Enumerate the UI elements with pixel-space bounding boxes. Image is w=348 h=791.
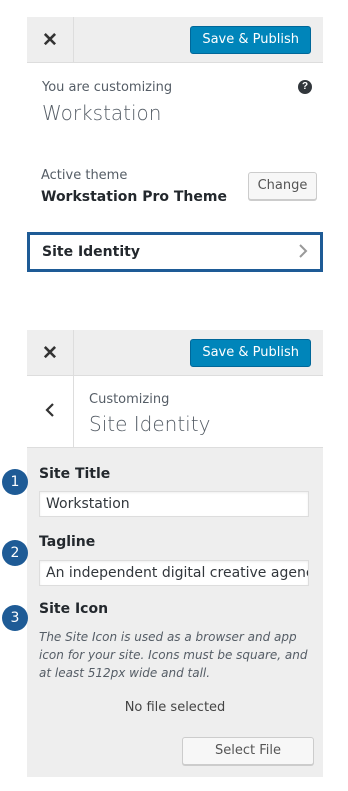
customizer-panel-site-identity: ✕ Save & Publish Customizing Site Identi… <box>27 330 323 777</box>
site-name: Workstation <box>42 101 162 125</box>
close-icon: ✕ <box>42 342 58 364</box>
close-button[interactable]: ✕ <box>27 17 74 63</box>
customizer-header: ✕ Save & Publish <box>27 330 323 376</box>
step-badge-3: 3 <box>2 605 28 631</box>
site-title-label: Site Title <box>39 466 111 482</box>
customizer-panel-main: ✕ Save & Publish You are customizing Wor… <box>27 17 323 313</box>
no-file-status: No file selected <box>124 700 226 715</box>
save-publish-button[interactable]: Save & Publish <box>190 26 311 54</box>
step-badge-1: 1 <box>2 469 28 495</box>
theme-name: Workstation Pro Theme <box>41 189 227 205</box>
site-icon-label: Site Icon <box>39 601 109 617</box>
site-icon-description: The Site Icon is used as a browser and a… <box>39 630 308 680</box>
customizing-label: Customizing <box>89 392 170 407</box>
customizing-label: You are customizing <box>42 80 173 95</box>
site-identity-label: Site Identity <box>42 244 140 260</box>
back-button[interactable] <box>27 376 74 448</box>
tagline-input[interactable]: An independent digital creative agency l <box>39 560 309 586</box>
customizing-info: You are customizing Workstation ? <box>27 63 323 139</box>
site-identity-menu-item[interactable]: Site Identity <box>27 232 323 272</box>
chevron-left-icon <box>45 402 55 423</box>
section-title: Site Identity <box>89 412 211 436</box>
section-header: Customizing Site Identity <box>27 376 323 448</box>
active-theme-label: Active theme <box>41 168 128 183</box>
close-button[interactable]: ✕ <box>27 330 74 376</box>
customizer-header: ✕ Save & Publish <box>27 17 323 63</box>
close-icon: ✕ <box>42 29 58 51</box>
question-circle-icon[interactable]: ? <box>298 80 312 94</box>
step-badge-2: 2 <box>2 540 28 566</box>
save-publish-button[interactable]: Save & Publish <box>190 339 311 367</box>
select-file-button[interactable]: Select File <box>182 737 314 765</box>
chevron-right-icon <box>298 243 308 264</box>
site-title-input[interactable]: Workstation <box>39 491 309 517</box>
change-theme-button[interactable]: Change <box>248 172 317 200</box>
active-theme-section: Active theme Workstation Pro Theme Chang… <box>27 153 323 229</box>
tagline-label: Tagline <box>39 534 96 550</box>
